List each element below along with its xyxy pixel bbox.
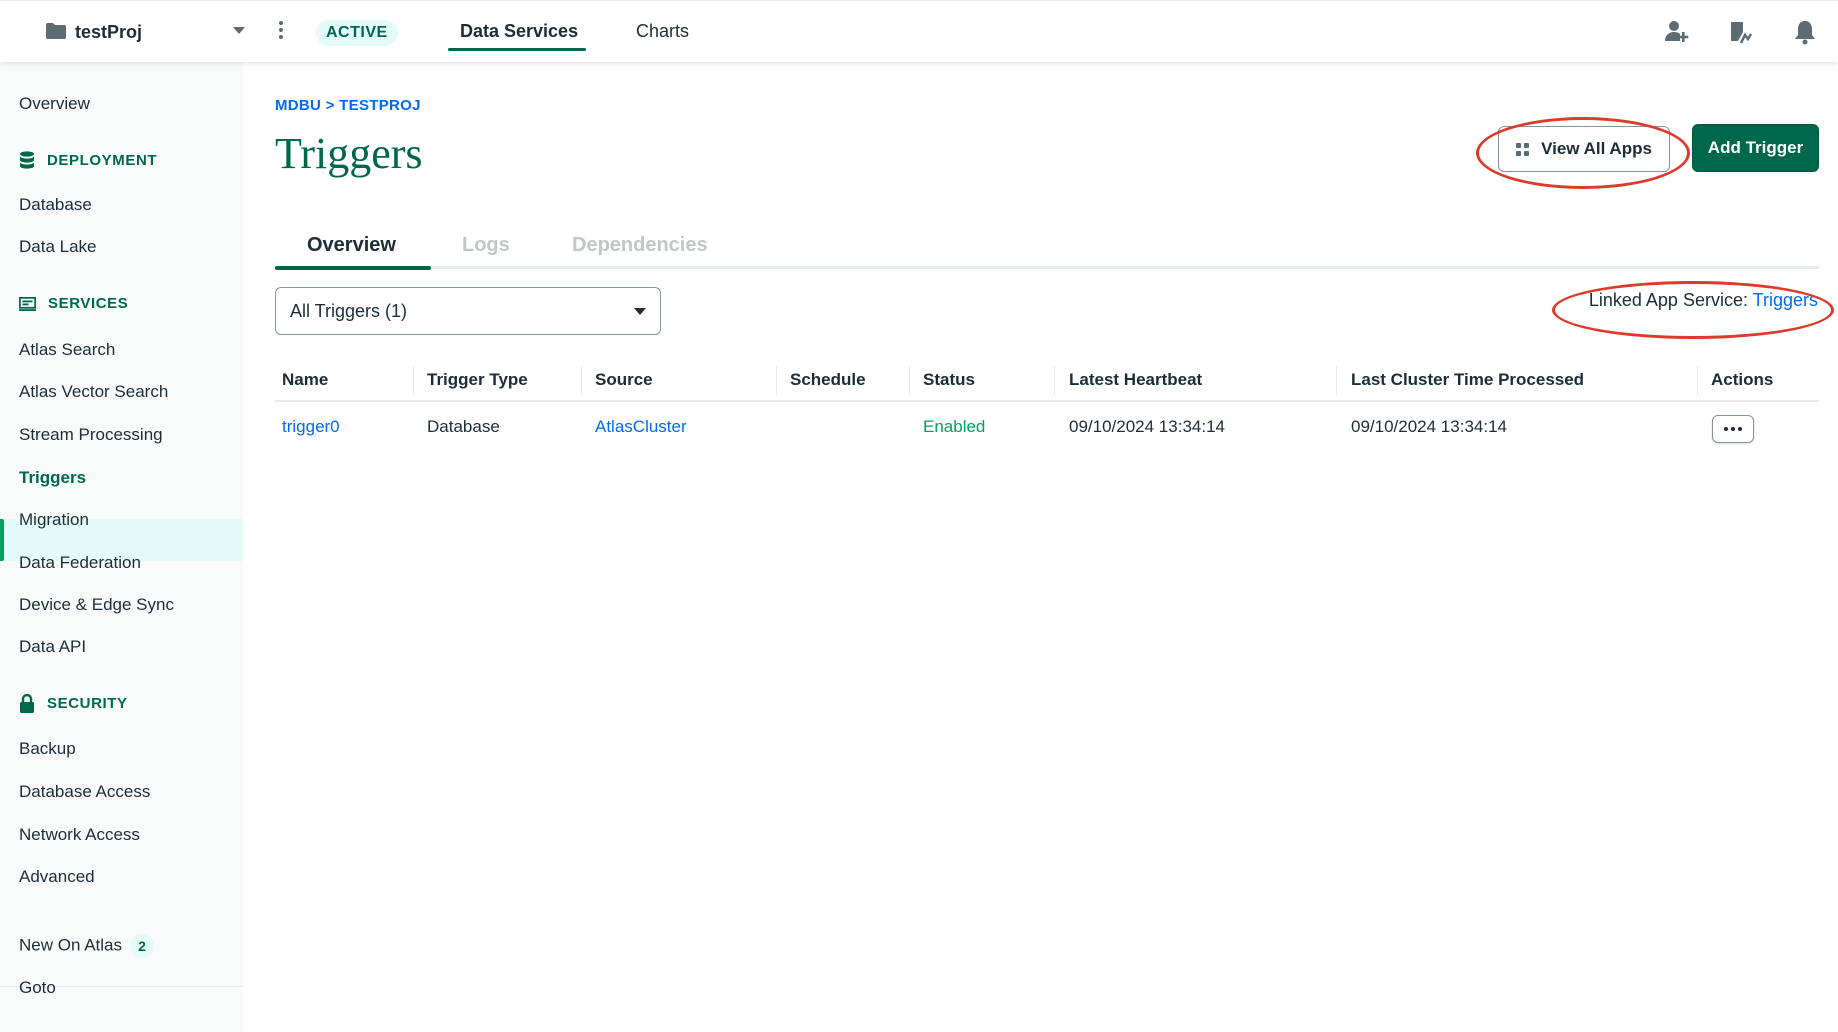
- invite-user-icon[interactable]: [1664, 19, 1690, 45]
- linked-app-service: Linked App Service: Triggers: [1589, 290, 1818, 311]
- tab-logs[interactable]: Logs: [462, 234, 510, 257]
- left-sidebar: Overview DEPLOYMENT Database Data Lake S…: [0, 62, 243, 1032]
- column-separator: [1336, 366, 1337, 396]
- breadcrumb[interactable]: MDBU > TESTPROJ: [275, 97, 421, 114]
- sidebar-selected-indicator: [0, 519, 4, 561]
- column-separator: [1697, 366, 1698, 396]
- sidebar-item-data-api[interactable]: Data API: [19, 637, 86, 657]
- column-header-actions: Actions: [1711, 370, 1774, 389]
- tab-dependencies[interactable]: Dependencies: [572, 234, 708, 257]
- sidebar-item-new-on-atlas[interactable]: New On Atlas 2: [19, 934, 154, 958]
- sidebar-item-data-lake[interactable]: Data Lake: [19, 237, 97, 257]
- linked-app-service-label: Linked App Service:: [1588, 290, 1753, 310]
- row-actions-ellipsis-icon[interactable]: [1712, 415, 1754, 443]
- sidebar-item-triggers[interactable]: Triggers: [19, 468, 86, 488]
- sidebar-heading-deployment: DEPLOYMENT: [47, 151, 158, 169]
- trigger-heartbeat-cell: 09/10/2024 13:34:14: [1069, 417, 1225, 436]
- sidebar-item-atlas-vector-search[interactable]: Atlas Vector Search: [19, 382, 168, 402]
- project-menu-kebab-icon[interactable]: [278, 21, 284, 43]
- folder-icon: [46, 23, 66, 39]
- project-status-badge: ACTIVE: [316, 20, 398, 46]
- tab-overview[interactable]: Overview: [307, 234, 396, 257]
- project-name[interactable]: testProj: [75, 22, 142, 43]
- sidebar-item-data-federation[interactable]: Data Federation: [19, 553, 141, 573]
- column-separator: [1054, 366, 1055, 396]
- column-header-schedule[interactable]: Schedule: [790, 370, 866, 390]
- notifications-bell-icon[interactable]: [1792, 19, 1818, 45]
- linked-app-service-link[interactable]: Triggers: [1753, 290, 1818, 310]
- sidebar-item-database[interactable]: Database: [19, 195, 92, 215]
- trigger-source-link[interactable]: AtlasCluster: [595, 417, 687, 437]
- active-tab-underline: [448, 48, 586, 51]
- sidebar-heading-services: SERVICES: [48, 295, 129, 312]
- sidebar-section-deployment: DEPLOYMENT: [19, 151, 157, 169]
- database-icon: [20, 151, 34, 169]
- trigger-name-link[interactable]: trigger0: [282, 417, 340, 437]
- sidebar-item-overview[interactable]: Overview: [19, 94, 90, 114]
- sidebar-section-services: SERVICES: [19, 295, 128, 312]
- trigger-status-cell: Enabled: [923, 417, 986, 436]
- column-header-latest-heartbeat[interactable]: Latest Heartbeat: [1069, 370, 1202, 390]
- tab-charts[interactable]: Charts: [636, 21, 689, 42]
- column-separator: [581, 366, 582, 396]
- sidebar-item-migration[interactable]: Migration: [19, 510, 89, 530]
- sidebar-item-database-access[interactable]: Database Access: [19, 782, 150, 802]
- trigger-filter-select[interactable]: All Triggers (1): [275, 287, 661, 335]
- column-header-last-cluster-time[interactable]: Last Cluster Time Processed: [1351, 370, 1584, 390]
- column-separator: [776, 366, 777, 396]
- column-header-trigger-type[interactable]: Trigger Type: [427, 370, 528, 390]
- add-trigger-button[interactable]: Add Trigger: [1692, 124, 1819, 172]
- new-on-atlas-label: New On Atlas: [19, 935, 122, 955]
- trigger-filter-value: All Triggers (1): [290, 301, 408, 321]
- sidebar-item-device-edge-sync[interactable]: Device & Edge Sync: [19, 595, 174, 615]
- column-header-status[interactable]: Status: [923, 370, 975, 390]
- chevron-down-icon: [634, 308, 646, 315]
- tabs-divider: [275, 266, 1819, 269]
- project-dropdown-chevron-icon[interactable]: [233, 27, 245, 34]
- apps-grid-icon: [1516, 142, 1530, 156]
- view-all-apps-button[interactable]: View All Apps: [1498, 126, 1670, 172]
- column-header-name[interactable]: Name: [282, 370, 328, 390]
- column-separator: [909, 366, 910, 396]
- sidebar-item-network-access[interactable]: Network Access: [19, 825, 140, 845]
- page-title: Triggers: [275, 129, 423, 178]
- sidebar-item-atlas-search[interactable]: Atlas Search: [19, 340, 115, 360]
- sidebar-item-backup[interactable]: Backup: [19, 739, 76, 759]
- column-header-source[interactable]: Source: [595, 370, 653, 390]
- sidebar-section-security: SECURITY: [19, 694, 128, 713]
- activity-feed-icon[interactable]: [1728, 19, 1754, 45]
- services-icon: [19, 296, 36, 311]
- tab-data-services[interactable]: Data Services: [460, 21, 578, 42]
- view-all-apps-label: View All Apps: [1541, 139, 1652, 158]
- top-navigation-bar: testProj ACTIVE Data Services Charts: [0, 0, 1838, 62]
- sidebar-heading-security: SECURITY: [47, 695, 128, 712]
- sidebar-item-goto[interactable]: Goto: [19, 978, 56, 998]
- active-tab-underline-overview: [275, 266, 431, 270]
- column-separator: [413, 366, 414, 396]
- trigger-last-cluster-time-cell: 09/10/2024 13:34:14: [1351, 417, 1507, 436]
- sidebar-item-advanced[interactable]: Advanced: [19, 867, 95, 887]
- table-header-divider: [275, 400, 1819, 402]
- sidebar-item-stream-processing[interactable]: Stream Processing: [19, 425, 163, 445]
- trigger-type-cell: Database: [427, 417, 500, 436]
- new-on-atlas-count-badge: 2: [130, 934, 154, 958]
- lock-icon: [20, 694, 34, 713]
